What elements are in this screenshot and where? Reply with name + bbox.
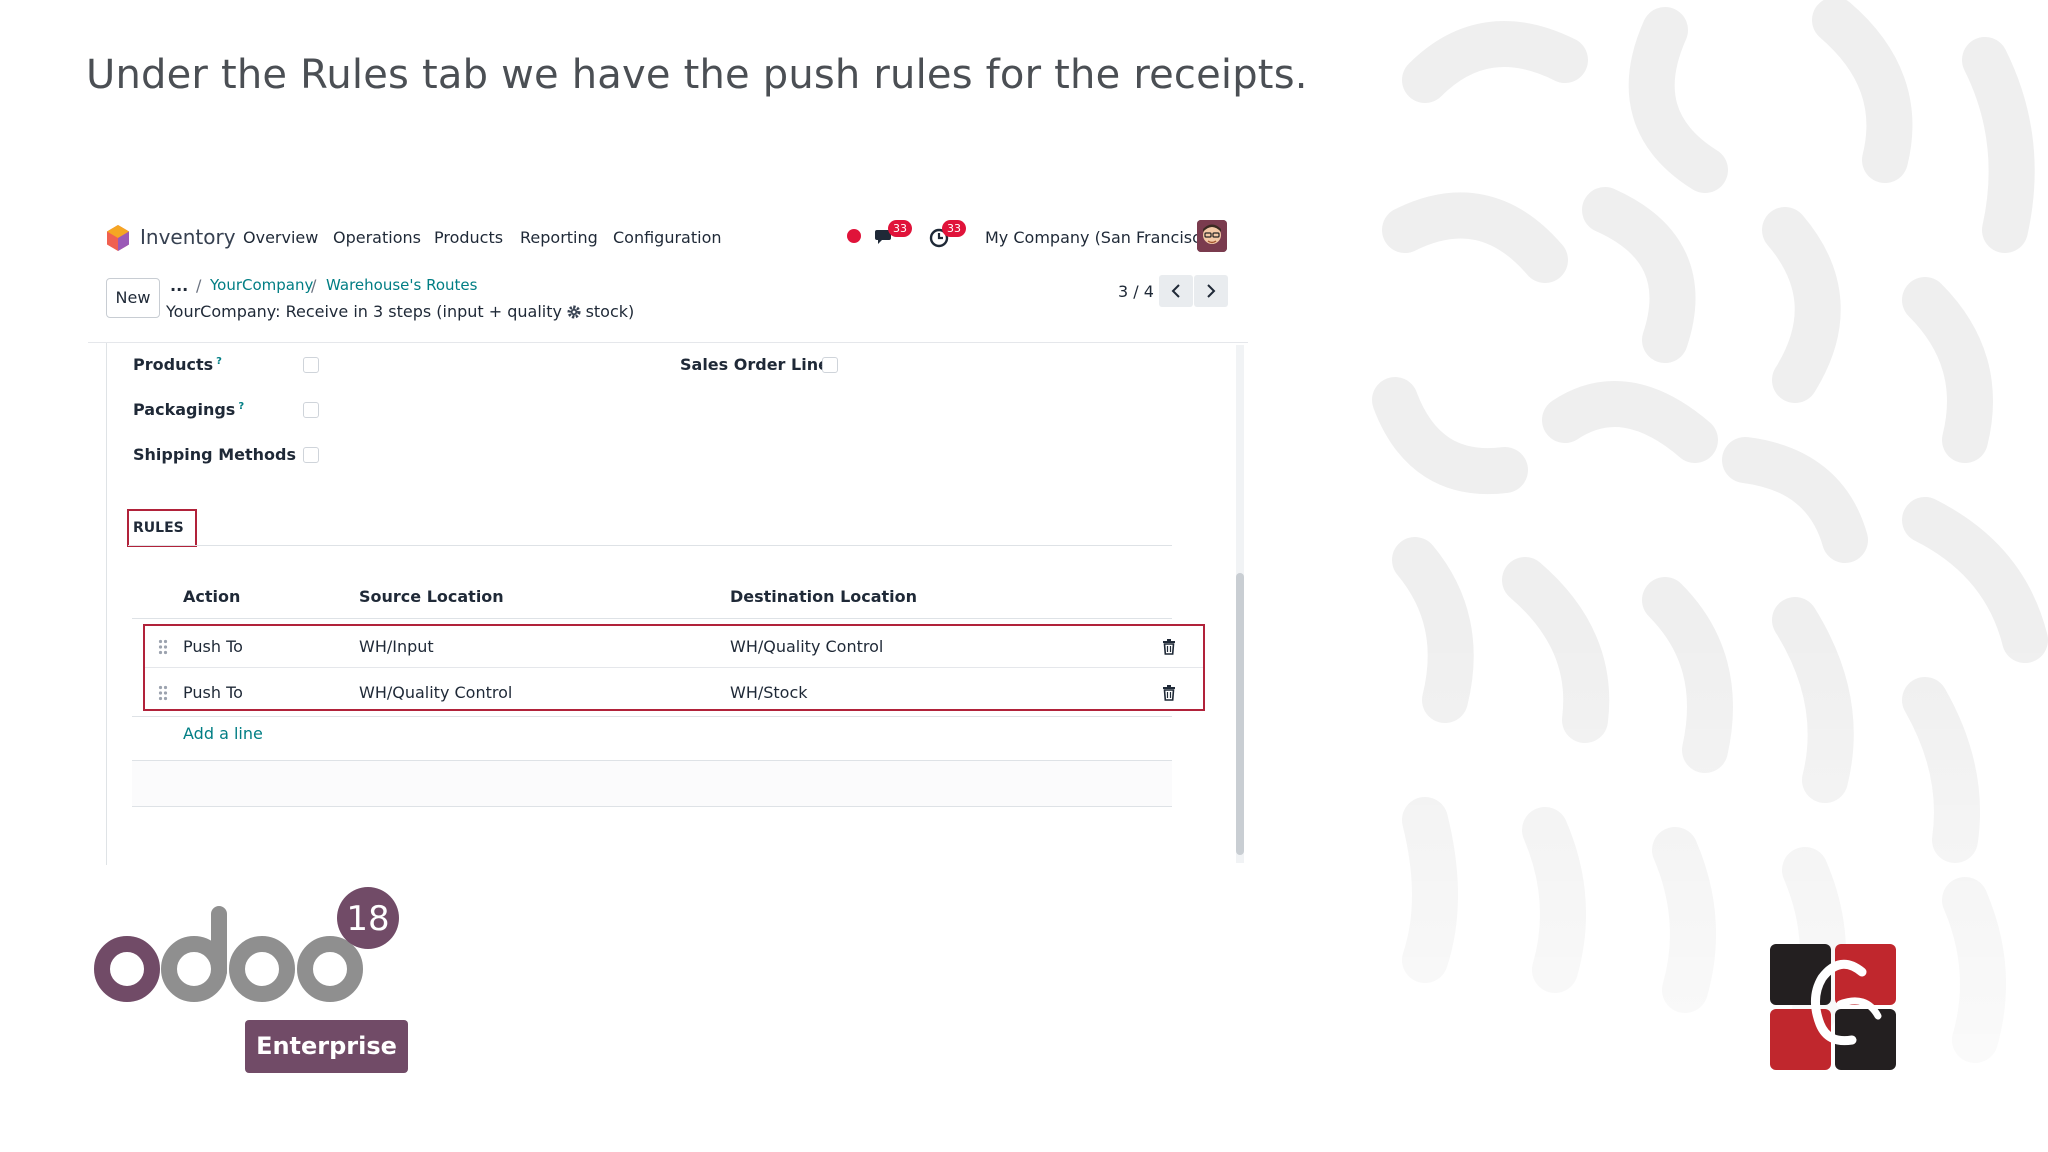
tab-divider <box>128 545 1172 546</box>
chevron-right-icon <box>1207 284 1216 298</box>
menu-configuration[interactable]: Configuration <box>613 228 722 247</box>
menu-overview[interactable]: Overview <box>243 228 318 247</box>
odoo-app-window: Inventory Overview Operations Products R… <box>88 212 1248 865</box>
slide-caption: Under the Rules tab we have the push rul… <box>86 52 1308 98</box>
trash-icon[interactable] <box>1162 639 1176 655</box>
activities-badge: 33 <box>942 220 966 237</box>
pager-previous-button[interactable] <box>1159 275 1193 307</box>
breadcrumb-ellipsis[interactable]: ... <box>170 276 188 295</box>
rule-source[interactable]: WH/Quality Control <box>359 683 512 702</box>
pager-next-button[interactable] <box>1194 275 1228 307</box>
menu-operations[interactable]: Operations <box>333 228 421 247</box>
record-title: YourCompany: Receive in 3 steps (input +… <box>166 302 635 321</box>
brand-logo <box>1770 944 1896 1070</box>
pager-value: 3 / 4 <box>1118 282 1154 301</box>
trash-icon[interactable] <box>1162 685 1176 701</box>
app-name[interactable]: Inventory <box>140 225 236 249</box>
column-header-action[interactable]: Action <box>183 587 240 606</box>
gear-icon[interactable] <box>566 304 582 320</box>
company-switcher[interactable]: My Company (San Francisco) <box>985 228 1217 247</box>
sheet-border <box>106 343 107 865</box>
new-button[interactable]: New <box>106 278 160 318</box>
sales-order-lines-checkbox[interactable] <box>822 357 838 373</box>
column-header-destination-location[interactable]: Destination Location <box>730 587 917 606</box>
rule-action[interactable]: Push To <box>183 683 243 702</box>
field-label-packagings: Packagings? <box>133 400 245 419</box>
breadcrumb-separator: / <box>196 276 202 295</box>
header-divider <box>132 618 1172 619</box>
field-label-products: Products? <box>133 355 222 374</box>
drag-handle-icon[interactable] <box>158 639 168 655</box>
top-navbar: Inventory Overview Operations Products R… <box>88 212 1248 264</box>
breadcrumb-separator: / <box>311 276 317 295</box>
shipping-methods-checkbox[interactable] <box>303 447 319 463</box>
table-divider <box>132 716 1172 717</box>
field-label-sales-order-lines: Sales Order Lines <box>680 355 839 374</box>
rule-source[interactable]: WH/Input <box>359 637 434 656</box>
messages-badge: 33 <box>888 220 912 237</box>
odoo-version: 18 <box>346 899 389 939</box>
menu-reporting[interactable]: Reporting <box>520 228 598 247</box>
decorative-pattern <box>1365 0 2048 1152</box>
add-a-line-link[interactable]: Add a line <box>183 724 263 743</box>
rule-action[interactable]: Push To <box>183 637 243 656</box>
recording-dot-icon[interactable] <box>847 229 861 243</box>
field-label-shipping-methods: Shipping Methods <box>133 445 296 464</box>
packagings-checkbox[interactable] <box>303 402 319 418</box>
row-divider <box>145 667 1203 668</box>
enterprise-badge: Enterprise <box>245 1020 408 1073</box>
tab-rules[interactable]: RULES <box>127 509 197 547</box>
menu-products[interactable]: Products <box>434 228 503 247</box>
rule-destination[interactable]: WH/Quality Control <box>730 637 883 656</box>
column-header-source-location[interactable]: Source Location <box>359 587 504 606</box>
breadcrumb-yourcompany[interactable]: YourCompany <box>210 276 313 294</box>
user-avatar[interactable] <box>1197 220 1227 252</box>
breadcrumb-warehouse-routes[interactable]: Warehouse's Routes <box>326 276 477 294</box>
chevron-left-icon <box>1171 284 1180 298</box>
form-sheet: Products? Packagings? Shipping Methods S… <box>88 342 1248 865</box>
empty-table-row <box>132 761 1172 807</box>
drag-handle-icon[interactable] <box>158 685 168 701</box>
products-checkbox[interactable] <box>303 357 319 373</box>
scrollbar-thumb[interactable] <box>1236 573 1244 855</box>
inventory-app-icon[interactable] <box>106 224 130 252</box>
rule-destination[interactable]: WH/Stock <box>730 683 808 702</box>
